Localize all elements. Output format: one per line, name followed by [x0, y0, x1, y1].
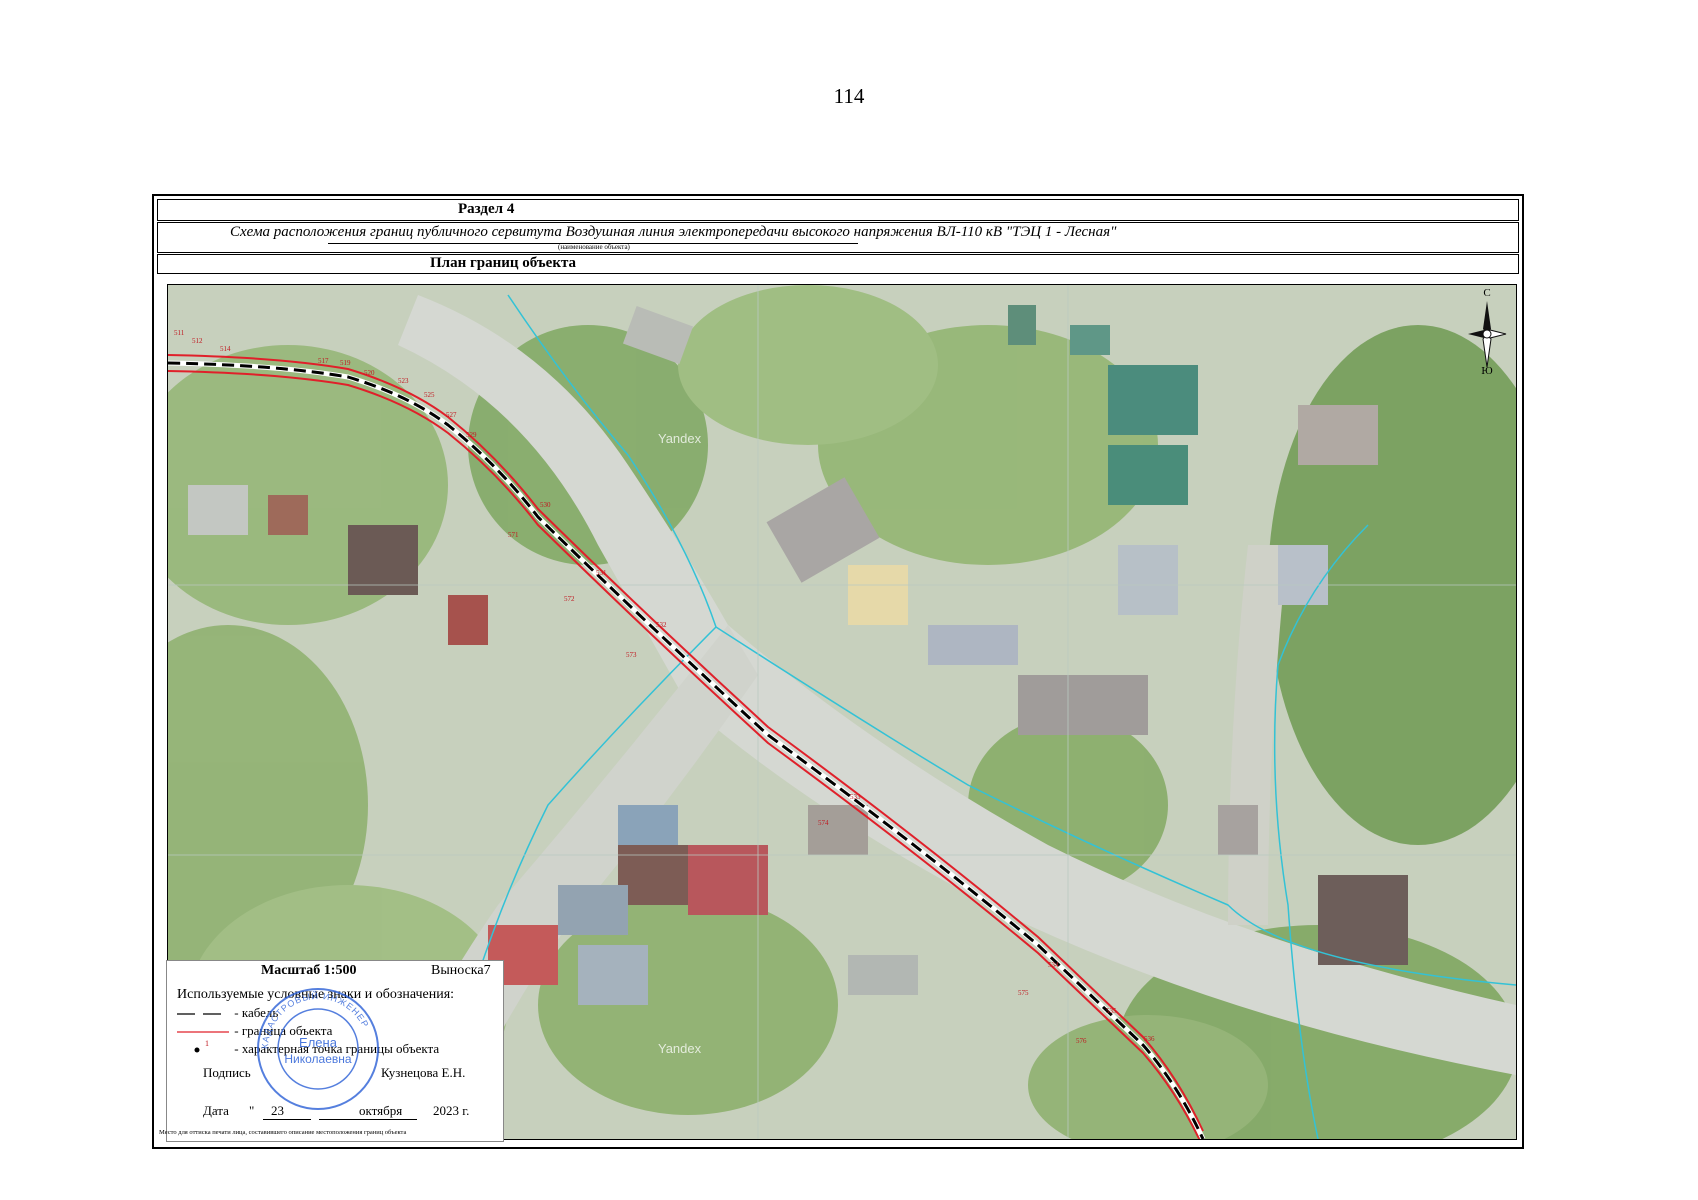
building — [1108, 365, 1198, 435]
point-label: 525 — [424, 391, 435, 399]
building — [578, 945, 648, 1005]
building — [848, 565, 908, 625]
building — [848, 955, 918, 995]
compass-rose-icon — [1468, 301, 1507, 368]
compass-south-label: Ю — [1481, 365, 1493, 377]
point-label: 532 — [656, 621, 667, 629]
page-number: 114 — [833, 84, 865, 108]
callout-label: Выноска7 — [431, 963, 491, 978]
map-scale: Масштаб 1:500 — [261, 963, 357, 978]
signature-label: Подпись — [203, 1065, 251, 1080]
compass-north-label: С — [1483, 287, 1491, 299]
building — [1318, 875, 1408, 965]
stamp-middle-name: Николаевна — [284, 1052, 352, 1066]
building — [268, 495, 308, 535]
date-month-line — [319, 1119, 417, 1120]
building — [688, 845, 768, 915]
section-title: Раздел 4 — [458, 201, 515, 217]
yandex-watermark: Yandex — [658, 431, 702, 446]
point-label: 576 — [1076, 1037, 1087, 1045]
building — [1108, 445, 1188, 505]
point-label: 531 — [596, 569, 607, 577]
object-caption: (наименование объекта) — [558, 243, 630, 251]
signer-name: Кузнецова Е.Н. — [381, 1065, 466, 1080]
cable-symbol-icon — [177, 1013, 229, 1015]
building — [1298, 405, 1378, 465]
building — [1008, 305, 1036, 345]
building — [1070, 325, 1110, 355]
stamp-caption: Место для оттиска печати лица, составивш… — [159, 1129, 407, 1136]
point-symbol-icon — [194, 1047, 200, 1053]
date-year: 2023 г. — [433, 1103, 470, 1118]
object-name: Схема расположения границ публичного сер… — [230, 224, 1117, 240]
point-number: 1 — [205, 1039, 209, 1048]
date-day-line — [263, 1119, 311, 1120]
point-label: 574 — [818, 819, 829, 827]
point-label: 536 — [1144, 1035, 1155, 1043]
building — [1218, 805, 1258, 855]
point-label: 519 — [340, 359, 351, 367]
point-label: 534 — [1048, 961, 1059, 969]
point-label: 573 — [626, 651, 637, 659]
building — [1118, 545, 1178, 615]
point-label: 512 — [192, 337, 203, 345]
point-label: 520 — [364, 369, 375, 377]
point-label: 572 — [564, 595, 575, 603]
point-label: 530 — [540, 501, 551, 509]
point-label: 527 — [446, 411, 457, 419]
building — [558, 885, 628, 935]
yandex-watermark: Yandex — [658, 1041, 702, 1056]
building — [1278, 545, 1328, 605]
building — [1018, 675, 1148, 735]
building — [618, 845, 688, 905]
object-name-row: Схема расположения границ публичного сер… — [157, 222, 1519, 253]
stamp-first-name: Елена — [299, 1035, 338, 1050]
point-label: 535 — [1106, 1007, 1117, 1015]
plan-title: План границ объекта — [430, 255, 577, 271]
engineer-stamp: КАДАСТРОВЫЙ ИНЖЕНЕР Елена Николаевна — [257, 988, 379, 1110]
point-label: 514 — [220, 345, 231, 353]
building — [188, 485, 248, 535]
point-label: 571 — [508, 531, 519, 539]
point-label: 533 — [850, 793, 861, 801]
point-label: 517 — [318, 357, 329, 365]
building — [808, 805, 868, 855]
point-label: 575 — [1018, 989, 1029, 997]
date-label: Дата — [203, 1103, 229, 1118]
building — [348, 525, 418, 595]
point-label: 523 — [398, 377, 409, 385]
boundary-symbol-icon — [177, 1031, 229, 1033]
section-row: Раздел 4 — [157, 199, 1519, 221]
compass: С Ю — [1466, 287, 1508, 379]
point-label: 511 — [174, 329, 185, 337]
building — [448, 595, 488, 645]
point-label: 529 — [466, 431, 477, 439]
plan-title-row: План границ объекта — [157, 254, 1519, 274]
building — [928, 625, 1018, 665]
